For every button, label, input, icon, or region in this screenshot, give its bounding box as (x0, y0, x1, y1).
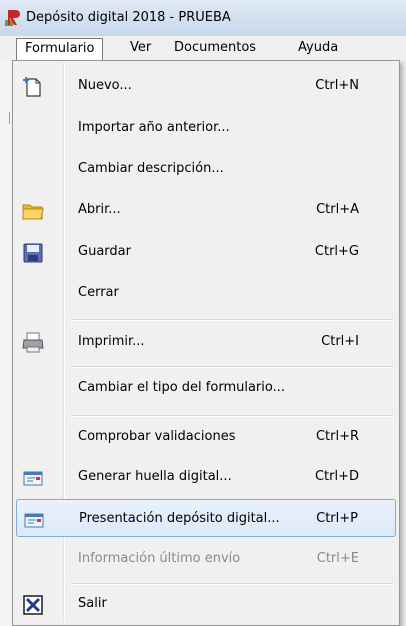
formulario-dropdown-menu: Nuevo... Ctrl+N Importar año anterior...… (12, 60, 400, 626)
menu-item-label: Información último envío (78, 551, 241, 566)
menu-item-label: Abrir... (78, 202, 121, 217)
window-title: Depósito digital 2018 - PRUEBA (26, 10, 231, 25)
menu-item-importar-ano-anterior[interactable]: Importar año anterior... (16, 109, 396, 147)
save-icon (23, 243, 43, 263)
menu-item-label: Guardar (78, 244, 131, 259)
menu-item-label: Nuevo... (78, 78, 132, 93)
background-window-edge-right (400, 60, 406, 626)
menu-item-presentacion-deposito-digital[interactable]: Presentación depósito digital... Ctrl+P (16, 499, 396, 537)
submit-card-icon (24, 513, 44, 528)
menu-item-shortcut: Ctrl+I (321, 334, 359, 349)
menu-item-label: Cambiar el tipo del formulario... (78, 380, 286, 395)
menu-item-imprimir[interactable]: Imprimir... Ctrl+I (16, 323, 396, 361)
menu-item-cambiar-descripcion[interactable]: Cambiar descripción... (16, 150, 396, 188)
menu-ayuda[interactable]: Ayuda (290, 38, 346, 58)
menu-item-abrir[interactable]: Abrir... Ctrl+A (16, 191, 396, 229)
menu-item-label: Importar año anterior... (78, 120, 230, 135)
background-window-edge (0, 60, 12, 626)
menu-item-label: Presentación depósito digital... (79, 511, 280, 526)
menu-item-shortcut: Ctrl+D (314, 469, 359, 484)
menu-separator (71, 415, 393, 417)
menu-item-informacion-ultimo-envio: Información último envío Ctrl+E (16, 540, 396, 578)
menu-documentos[interactable]: Documentos (166, 38, 264, 58)
folder-icon (22, 204, 44, 220)
menu-item-cerrar[interactable]: Cerrar (16, 274, 396, 312)
menu-formulario[interactable]: Formulario (16, 38, 104, 61)
exit-icon (23, 595, 43, 615)
menu-separator (71, 366, 393, 368)
menu-item-label: Imprimir... (78, 334, 145, 349)
background-window-mark (9, 112, 10, 124)
menu-separator (71, 319, 393, 321)
menu-ver[interactable]: Ver (122, 38, 159, 58)
menu-item-shortcut: Ctrl+P (316, 511, 358, 526)
menu-item-guardar[interactable]: Guardar Ctrl+G (16, 233, 396, 271)
menu-item-salir[interactable]: Salir (16, 585, 396, 623)
menu-item-generar-huella-digital[interactable]: Generar huella digital... Ctrl+D (16, 458, 396, 496)
fingerprint-card-icon (23, 471, 43, 486)
menu-item-label: Comprobar validaciones (78, 429, 236, 444)
menu-item-label: Generar huella digital... (78, 469, 232, 484)
menu-item-cambiar-tipo-formulario[interactable]: Cambiar el tipo del formulario... (16, 369, 396, 407)
menu-item-shortcut: Ctrl+A (316, 202, 359, 217)
printer-icon (22, 332, 44, 353)
title-bar: Depósito digital 2018 - PRUEBA (0, 0, 406, 36)
red-app-icon (5, 10, 20, 26)
menu-item-shortcut: Ctrl+G (314, 244, 359, 259)
menu-item-shortcut: Ctrl+E (316, 551, 359, 566)
new-document-icon (23, 77, 41, 97)
menu-bar: Formulario Ver Documentos Ayuda (0, 36, 406, 61)
menu-item-label: Cerrar (78, 285, 119, 300)
menu-item-label: Salir (78, 596, 107, 611)
menu-item-comprobar-validaciones[interactable]: Comprobar validaciones Ctrl+R (16, 418, 396, 456)
menu-item-label: Cambiar descripción... (78, 161, 224, 176)
menu-item-shortcut: Ctrl+N (315, 78, 359, 93)
menu-item-shortcut: Ctrl+R (315, 429, 359, 444)
menu-item-nuevo[interactable]: Nuevo... Ctrl+N (16, 67, 396, 105)
